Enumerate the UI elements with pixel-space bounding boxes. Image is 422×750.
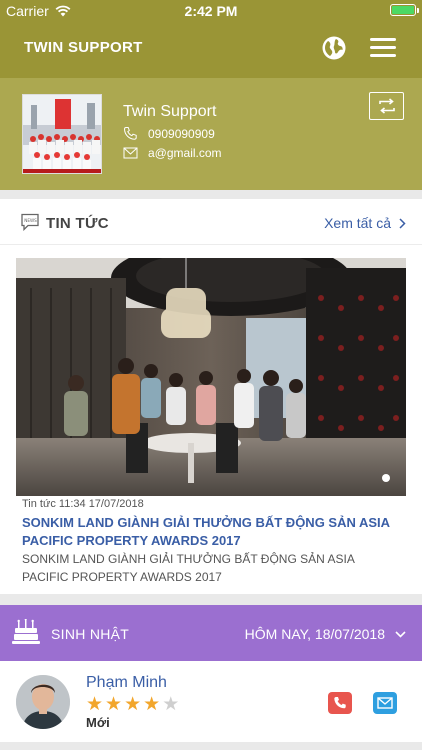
person-name: Phạm Minh [86,674,167,691]
person-status: Mới [86,715,110,730]
chevron-right-icon [399,217,406,229]
birthday-list-item[interactable]: Phạm Minh ★ ★ ★ ★ ★ Mới [0,661,422,742]
profile-phone-text: 0909090909 [148,126,215,141]
star-filled-icon: ★ [105,694,123,715]
see-all-label: Xem tất cả [324,215,391,231]
globe-icon[interactable] [320,34,348,62]
email-icon [123,147,138,159]
phone-icon [123,127,137,140]
birthday-date-selector[interactable]: HÔM NAY, 18/07/2018 [245,626,406,642]
star-filled-icon: ★ [124,694,142,715]
email-icon [377,697,393,709]
birthday-cake-icon [12,619,40,644]
news-section-title: TIN TỨC [46,215,109,232]
star-filled-icon: ★ [143,694,161,715]
profile-card: Twin Support 0909090909 a@gmail.com [0,78,422,190]
app-title: TWIN SUPPORT [24,39,143,56]
news-headline[interactable]: SONKIM LAND GIÀNH GIẢI THƯỞNG BẤT ĐỘNG S… [22,514,402,550]
carousel-dot[interactable] [382,474,390,482]
news-meta: Tin tức 11:34 17/07/2018 [22,498,144,510]
news-section: NEWS TIN TỨC Xem tất cả Tin tức 11:34 17… [0,199,422,594]
email-button[interactable] [373,692,397,714]
birthday-header[interactable]: SINH NHẬT HÔM NAY, 18/07/2018 [0,605,422,661]
status-bar: Carrier 2:42 PM [0,0,422,22]
news-image[interactable] [16,258,406,496]
profile-name: Twin Support [123,103,217,120]
newspaper-icon: NEWS [21,213,39,231]
app-header: TWIN SUPPORT [0,22,422,78]
group-photo [22,94,102,174]
phone-icon [334,697,346,709]
star-empty-icon: ★ [162,694,180,715]
profile-phone[interactable]: 0909090909 [123,126,215,141]
news-category: Tin tức [22,498,56,510]
birthday-section-title: SINH NHẬT [51,626,130,642]
star-rating: ★ ★ ★ ★ ★ [86,695,179,715]
switch-account-icon [378,98,395,114]
call-button[interactable] [328,692,352,714]
battery-icon [390,4,419,16]
battery-level [392,6,414,14]
hamburger-menu-icon[interactable] [370,38,396,58]
profile-email[interactable]: a@gmail.com [123,146,222,160]
switch-account-button[interactable] [369,92,404,120]
chevron-down-icon [395,630,406,638]
see-all-link[interactable]: Xem tất cả [324,215,406,231]
profile-email-text: a@gmail.com [148,146,222,160]
news-header: NEWS TIN TỨC Xem tất cả [0,199,422,245]
birthday-date-label: HÔM NAY, 18/07/2018 [244,626,385,642]
svg-text:NEWS: NEWS [24,218,37,223]
star-filled-icon: ★ [86,694,104,715]
clock: 2:42 PM [184,3,238,19]
avatar [16,675,70,729]
news-time: 11:34 17/07/2018 [58,498,144,510]
news-summary: SONKIM LAND GIÀNH GIẢI THƯỞNG BẤT ĐỘNG S… [22,552,355,584]
